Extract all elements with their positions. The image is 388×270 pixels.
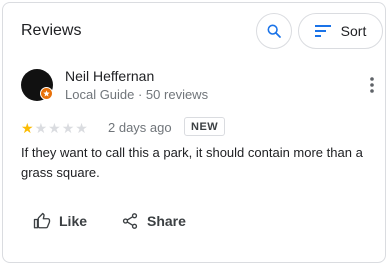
review-text: If they want to call this a park, it sho…	[21, 145, 363, 180]
star-icon: ★	[21, 120, 34, 136]
like-label: Like	[59, 213, 88, 229]
star-icon: ★	[34, 120, 48, 136]
sort-label: Sort	[340, 23, 367, 39]
more-options-button[interactable]	[365, 75, 379, 95]
sort-button[interactable]: Sort	[298, 13, 383, 49]
review-card: Reviews Sort Neil Heffernan Local Guide …	[2, 2, 386, 263]
search-button[interactable]	[256, 13, 292, 49]
search-icon	[267, 24, 281, 38]
local-guide-badge	[40, 87, 53, 100]
sort-icon	[314, 25, 331, 37]
new-badge: NEW	[184, 117, 226, 136]
like-button[interactable]: Like	[33, 209, 87, 233]
local-guide-star-icon	[43, 90, 50, 97]
star-rating: ★ ★ ★ ★ ★	[21, 121, 88, 135]
review-time: 2 days ago	[108, 120, 172, 135]
share-button[interactable]: Share	[121, 209, 186, 233]
thumb-up-icon	[33, 212, 51, 229]
more-vert-icon	[370, 77, 374, 93]
star-icon: ★	[75, 120, 88, 136]
avatar[interactable]	[21, 69, 53, 101]
share-icon	[122, 213, 138, 229]
section-title: Reviews	[21, 22, 82, 39]
author-name[interactable]: Neil Heffernan	[65, 68, 154, 84]
share-label: Share	[147, 213, 186, 229]
author-meta[interactable]: Local Guide · 50 reviews	[65, 87, 208, 102]
star-icon: ★	[48, 120, 61, 136]
star-icon: ★	[61, 120, 75, 136]
